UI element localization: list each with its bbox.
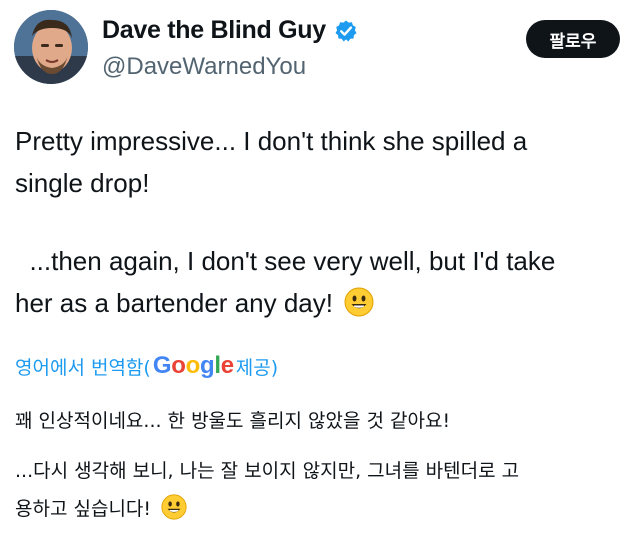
tweet-paragraph-2: ...then again, I don't see very well, bu… [15, 240, 615, 324]
tweet-line: single drop! [15, 168, 150, 198]
tweet-body: Pretty impressive... I don't think she s… [15, 120, 615, 324]
smiley-face-icon [344, 287, 374, 317]
tweet-line: Pretty impressive... I don't think she s… [15, 126, 528, 156]
avatar-image [14, 10, 88, 84]
name-block: Dave the Blind Guy @DaveWarnedYou [102, 16, 358, 81]
tweet-line: her as a bartender any day! [15, 288, 333, 318]
smiley-face-icon [161, 494, 187, 520]
translation-suffix: 제공) [235, 356, 279, 379]
translation-prefix: 영어에서 번역함( [15, 356, 151, 379]
verified-badge-icon[interactable] [334, 19, 358, 43]
translated-line: 용하고 싶습니다! [15, 498, 152, 520]
translated-line: 꽤 인상적이네요... 한 방울도 흘리지 않았을 것 같아요! [15, 410, 451, 432]
follow-button[interactable]: 팔로우 [526, 20, 620, 58]
translated-paragraph-2: ...다시 생각해 보니, 나는 잘 보이지 않지만, 그녀를 바텐더로 고 용… [15, 452, 625, 528]
tweet-header: Dave the Blind Guy @DaveWarnedYou 팔로우 [14, 8, 620, 88]
display-name[interactable]: Dave the Blind Guy [102, 16, 326, 45]
google-logo: Google [152, 352, 234, 379]
translated-text: 꽤 인상적이네요... 한 방울도 흘리지 않았을 것 같아요! ...다시 생… [15, 402, 625, 528]
translation-attribution[interactable]: 영어에서 번역함( Google 제공) [15, 352, 278, 380]
display-name-row: Dave the Blind Guy [102, 16, 358, 45]
tweet-paragraph-1: Pretty impressive... I don't think she s… [15, 120, 615, 204]
tweet-line: ...then again, I don't see very well, bu… [15, 246, 556, 276]
translated-line: ...다시 생각해 보니, 나는 잘 보이지 않지만, 그녀를 바텐더로 고 [15, 460, 520, 482]
user-handle[interactable]: @DaveWarnedYou [102, 53, 358, 81]
avatar[interactable] [14, 10, 88, 84]
